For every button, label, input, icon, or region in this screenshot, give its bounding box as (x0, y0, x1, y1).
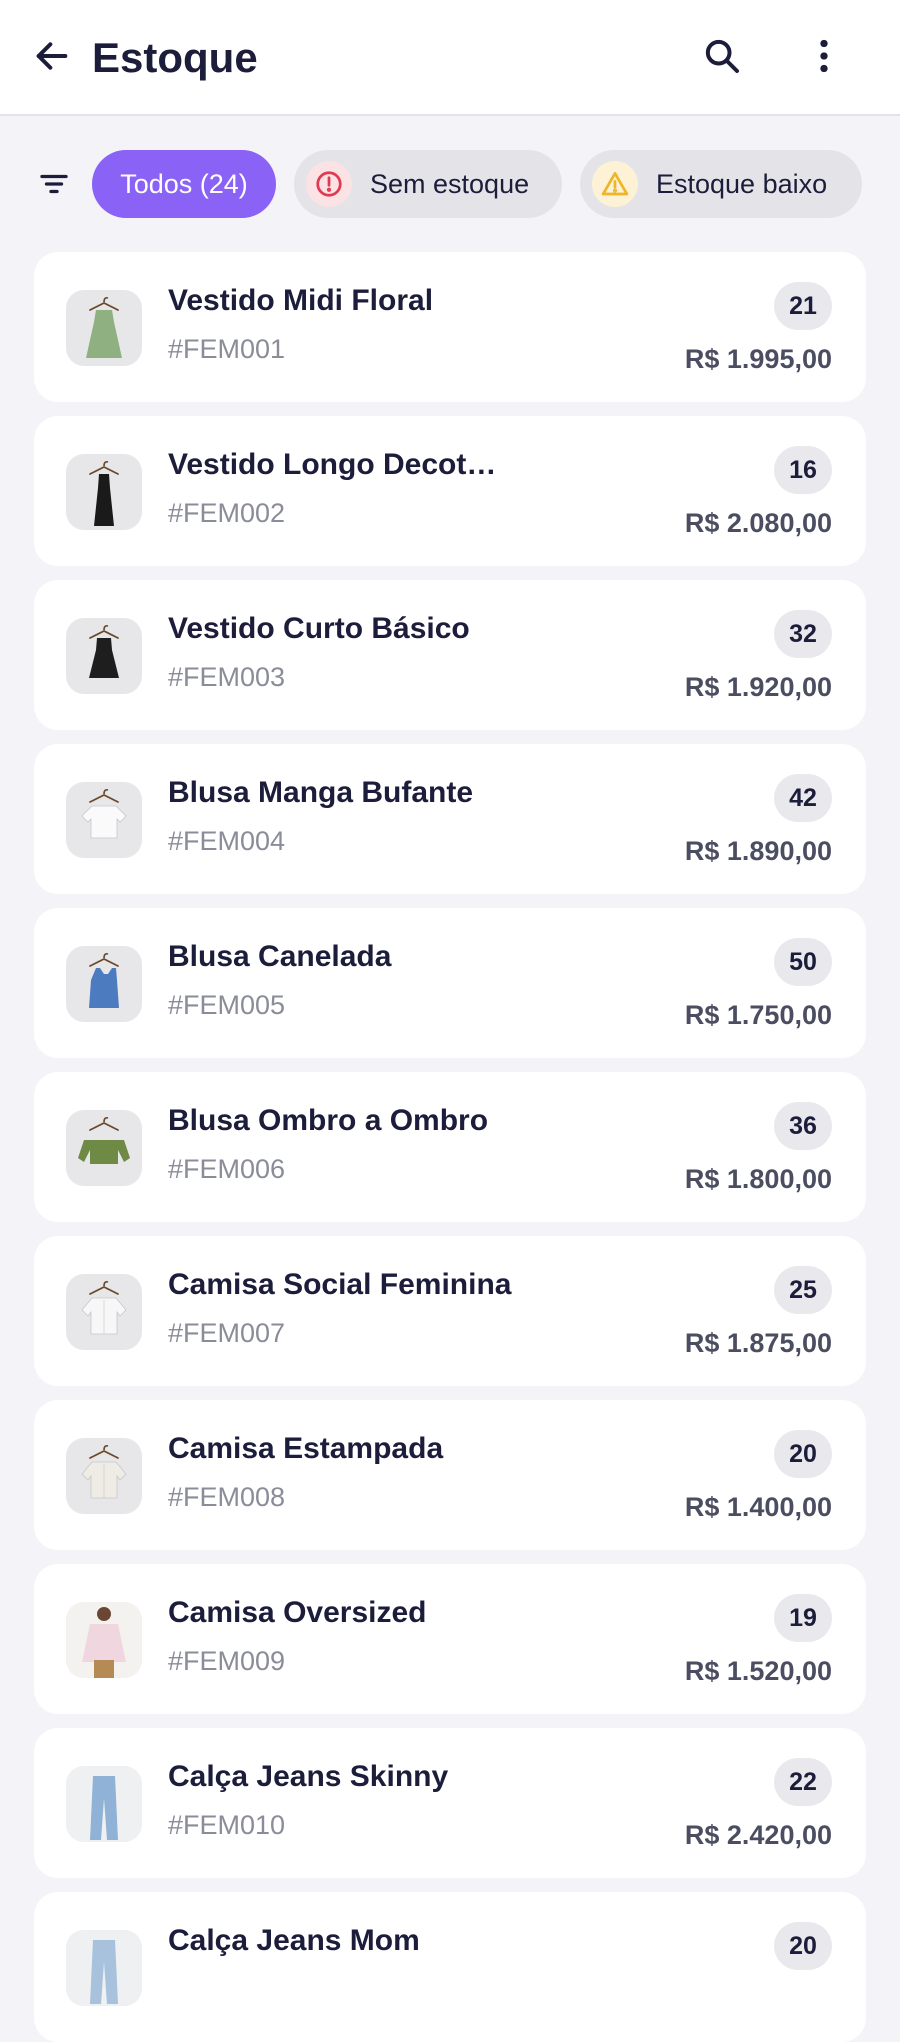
product-card[interactable]: Vestido Longo Decot… #FEM002 16 R$ 2.080,00 (34, 416, 866, 566)
product-card[interactable]: Calça Jeans Skinny #FEM010 22 R$ 2.420,00 (34, 1728, 866, 1878)
arrow-left-icon (36, 42, 68, 70)
product-card[interactable]: Blusa Canelada #FEM005 50 R$ 1.750,00 (34, 908, 866, 1058)
product-card[interactable]: Blusa Manga Bufante #FEM004 42 R$ 1.890,00 (34, 744, 866, 894)
alert-circle-icon (306, 161, 352, 207)
product-thumbnail (66, 454, 142, 530)
product-name: Blusa Manga Bufante (168, 776, 474, 809)
product-code: #FEM005 (168, 990, 286, 1020)
product-code: #FEM002 (168, 498, 286, 528)
more-vertical-icon (820, 39, 828, 73)
product-price: R$ 1.520,00 (684, 1656, 832, 1686)
product-name: Calça Jeans Skinny (168, 1760, 449, 1793)
product-name: Vestido Curto Básico (168, 612, 470, 645)
product-name: Calça Jeans Mom (168, 1924, 420, 1957)
product-price: R$ 1.995,00 (684, 344, 832, 374)
product-name: Vestido Midi Floral (168, 284, 434, 317)
product-card[interactable]: Blusa Ombro a Ombro #FEM006 36 R$ 1.800,00 (34, 1072, 866, 1222)
product-card[interactable]: Camisa Oversized #FEM009 19 R$ 1.520,00 (34, 1564, 866, 1714)
product-thumbnail (66, 290, 142, 366)
product-thumbnail (66, 782, 142, 858)
stock-quantity-badge: 22 (774, 1758, 832, 1806)
stock-quantity-badge: 21 (774, 282, 832, 330)
product-card[interactable]: Vestido Curto Básico #FEM003 32 R$ 1.920,00 (34, 580, 866, 730)
product-price: R$ 2.420,00 (684, 1820, 832, 1850)
product-card[interactable]: Camisa Estampada #FEM008 20 R$ 1.400,00 (34, 1400, 866, 1550)
product-code: #FEM010 (168, 1810, 286, 1840)
filter-lines-icon (40, 174, 68, 194)
search-button[interactable] (696, 30, 748, 82)
product-thumbnail (66, 1766, 142, 1842)
page-title: Estoque (92, 34, 258, 81)
app-bar: Estoque (0, 0, 900, 116)
product-thumbnail (66, 1438, 142, 1514)
product-code: #FEM004 (168, 826, 286, 856)
product-thumbnail (66, 1110, 142, 1186)
stock-quantity-badge: 19 (774, 1594, 832, 1642)
back-button[interactable] (26, 30, 78, 82)
product-thumbnail (66, 1602, 142, 1678)
product-name: Camisa Oversized (168, 1596, 427, 1629)
product-price: R$ 1.920,00 (684, 672, 832, 702)
product-code: #FEM008 (168, 1482, 286, 1512)
product-name: Blusa Canelada (168, 940, 392, 973)
product-price: R$ 1.750,00 (684, 1000, 832, 1030)
product-code: #FEM001 (168, 334, 286, 364)
stock-quantity-badge: 42 (774, 774, 832, 822)
product-thumbnail (66, 1930, 142, 2006)
product-price: R$ 1.875,00 (684, 1328, 832, 1358)
product-price: R$ 1.890,00 (684, 836, 832, 866)
stock-quantity-badge: 16 (774, 446, 832, 494)
stock-quantity-badge: 50 (774, 938, 832, 986)
product-code: #FEM003 (168, 662, 286, 692)
product-thumbnail (66, 946, 142, 1022)
product-name: Camisa Estampada (168, 1432, 444, 1465)
product-code: #FEM007 (168, 1318, 286, 1348)
product-card[interactable]: Calça Jeans Mom 20 (34, 1892, 866, 2042)
stock-quantity-badge: 36 (774, 1102, 832, 1150)
search-icon (705, 39, 739, 73)
filter-chip-all[interactable]: Todos (24) (92, 150, 276, 218)
product-name: Camisa Social Feminina (168, 1268, 512, 1301)
product-price: R$ 2.080,00 (684, 508, 832, 538)
filter-bar: Todos (24) Sem estoque Estoque baixo (0, 150, 900, 218)
warning-triangle-icon (592, 161, 638, 207)
stock-quantity-badge: 20 (774, 1430, 832, 1478)
stock-quantity-badge: 20 (774, 1922, 832, 1970)
product-price: R$ 1.800,00 (684, 1164, 832, 1194)
stock-quantity-badge: 32 (774, 610, 832, 658)
product-name: Blusa Ombro a Ombro (168, 1104, 489, 1137)
product-code: #FEM006 (168, 1154, 286, 1184)
filter-chip-low-label: Estoque baixo (656, 168, 828, 199)
product-thumbnail (66, 618, 142, 694)
filter-button[interactable] (30, 160, 78, 208)
product-card[interactable]: Camisa Social Feminina #FEM007 25 R$ 1.875,… (34, 1236, 866, 1386)
filter-chip-out-of-stock[interactable]: Sem estoque (294, 150, 562, 218)
filter-chip-all-label: Todos (24) (120, 168, 248, 199)
filter-chip-low-stock[interactable]: Estoque baixo (580, 150, 862, 218)
filter-chip-out-label: Sem estoque (370, 168, 530, 199)
product-card[interactable]: Vestido Midi Floral #FEM001 21 R$ 1.995,00 (34, 252, 866, 402)
product-name: Vestido Longo Decot… (168, 448, 497, 481)
stock-quantity-badge: 25 (774, 1266, 832, 1314)
product-code: #FEM009 (168, 1646, 286, 1676)
more-options-button[interactable] (798, 30, 850, 82)
product-price: R$ 1.400,00 (684, 1492, 832, 1522)
product-thumbnail (66, 1274, 142, 1350)
